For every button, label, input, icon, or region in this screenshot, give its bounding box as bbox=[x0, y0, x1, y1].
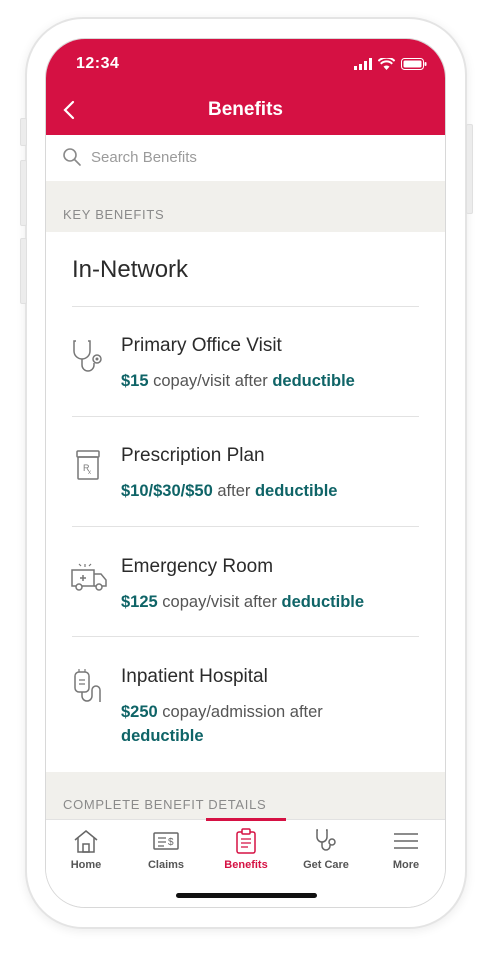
benefit-item-emergency-room[interactable]: Emergency Room $125 copay/visit after de… bbox=[46, 556, 445, 636]
benefit-amount: $250 bbox=[121, 703, 158, 721]
home-icon bbox=[74, 830, 98, 853]
benefit-description: $10/$30/$50 after deductible bbox=[121, 479, 411, 503]
section-label-complete-details[interactable]: COMPLETE BENEFIT DETAILS bbox=[46, 772, 445, 819]
stethoscope-icon bbox=[73, 340, 102, 372]
benefit-description: $250 copay/admission after deductible bbox=[121, 700, 381, 748]
benefit-terms: copay/visit after bbox=[148, 372, 273, 390]
benefit-item-inpatient-hospital[interactable]: Inpatient Hospital $250 copay/admission … bbox=[46, 666, 445, 756]
page-title: Benefits bbox=[208, 99, 283, 120]
phone-volume-up bbox=[20, 160, 27, 226]
prescription-bottle-icon: R x bbox=[76, 450, 100, 480]
phone-volume-down bbox=[20, 238, 27, 304]
svg-text:x: x bbox=[88, 470, 91, 476]
benefit-description: $15 copay/visit after deductible bbox=[121, 369, 411, 393]
deductible-link[interactable]: deductible bbox=[255, 482, 338, 500]
tab-label: Home bbox=[70, 859, 102, 871]
benefit-terms: copay/admission after bbox=[157, 703, 323, 721]
iv-bag-icon bbox=[74, 669, 101, 702]
active-tab-indicator bbox=[206, 818, 286, 821]
in-network-card: In-Network Primary Office Visit $15 copa… bbox=[46, 232, 445, 772]
benefit-terms: copay/visit after bbox=[157, 593, 282, 611]
benefit-item-primary-office-visit[interactable]: Primary Office Visit $15 copay/visit aft… bbox=[46, 335, 445, 415]
status-icons bbox=[354, 58, 427, 70]
tab-label: Get Care bbox=[303, 859, 349, 871]
benefit-name: Prescription Plan bbox=[121, 445, 265, 466]
benefit-name: Emergency Room bbox=[121, 556, 274, 577]
status-time: 12:34 bbox=[76, 55, 120, 72]
divider bbox=[72, 416, 419, 417]
benefit-amount: $125 bbox=[121, 593, 158, 611]
app-header: 12:34 Benefits bbox=[46, 39, 445, 135]
phone-power-button bbox=[466, 124, 473, 214]
benefit-amount: $15 bbox=[121, 372, 149, 390]
tab-label: Benefits bbox=[224, 859, 268, 871]
deductible-link[interactable]: deductible bbox=[282, 593, 365, 611]
search-bar[interactable]: Search Benefits bbox=[46, 135, 445, 182]
benefit-amount: $10/$30/$50 bbox=[121, 482, 213, 500]
battery-icon bbox=[401, 58, 427, 70]
search-icon bbox=[63, 148, 81, 166]
wifi-icon bbox=[378, 58, 395, 70]
stethoscope-icon bbox=[316, 829, 336, 851]
tab-label: Claims bbox=[147, 859, 185, 871]
phone-mute-switch bbox=[20, 118, 27, 146]
benefit-item-prescription-plan[interactable]: R x Prescription Plan $10/$30/$50 after … bbox=[46, 445, 445, 525]
svg-text:$: $ bbox=[168, 837, 174, 848]
tab-label: More bbox=[392, 859, 420, 871]
divider bbox=[72, 526, 419, 527]
deductible-link[interactable]: deductible bbox=[121, 727, 204, 745]
app-screen: 12:34 Benefits Search Benefits KEY BENEF… bbox=[45, 38, 446, 908]
claims-icon: $ bbox=[153, 832, 179, 850]
ambulance-icon bbox=[71, 563, 107, 591]
deductible-link[interactable]: deductible bbox=[272, 372, 355, 390]
benefit-terms: after bbox=[212, 482, 255, 500]
section-label-key-benefits: KEY BENEFITS bbox=[46, 181, 445, 232]
menu-icon bbox=[394, 833, 418, 849]
card-title: In-Network bbox=[72, 256, 189, 283]
benefit-description: $125 copay/visit after deductible bbox=[121, 590, 411, 614]
home-indicator[interactable] bbox=[176, 893, 317, 898]
benefit-name: Primary Office Visit bbox=[121, 335, 282, 356]
divider bbox=[72, 306, 419, 307]
benefit-name: Inpatient Hospital bbox=[121, 666, 268, 687]
signal-icon bbox=[354, 58, 372, 70]
divider bbox=[72, 636, 419, 637]
search-input[interactable]: Search Benefits bbox=[91, 149, 197, 166]
clipboard-icon bbox=[236, 828, 256, 854]
